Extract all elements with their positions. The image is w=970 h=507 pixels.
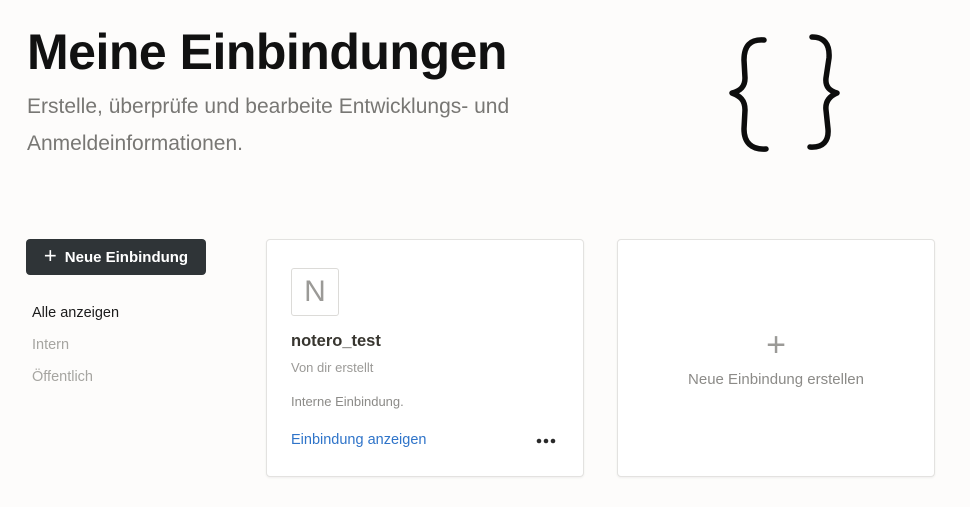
integration-avatar: N xyxy=(291,268,339,316)
plus-icon: + xyxy=(43,243,57,268)
integration-type: Interne Einbindung. xyxy=(291,394,404,409)
filter-list: Alle anzeigen Intern Öffentlich xyxy=(32,304,119,400)
integration-creator: Von dir erstellt xyxy=(291,360,374,375)
create-integration-card[interactable]: + Neue Einbindung erstellen xyxy=(617,239,935,477)
curly-braces-icon xyxy=(729,34,840,152)
view-integration-link[interactable]: Einbindung anzeigen xyxy=(291,432,426,448)
plus-icon: + xyxy=(766,326,786,364)
filter-internal[interactable]: Intern xyxy=(32,336,119,368)
filter-all[interactable]: Alle anzeigen xyxy=(32,304,119,336)
create-integration-label: Neue Einbindung erstellen xyxy=(688,371,864,388)
filter-public[interactable]: Öffentlich xyxy=(32,368,119,400)
integrations-page: Meine Einbindungen Erstelle, überprüfe u… xyxy=(0,0,970,507)
page-title: Meine Einbindungen xyxy=(27,24,507,80)
integration-card: N notero_test Von dir erstellt Interne E… xyxy=(266,239,584,477)
integration-name: notero_test xyxy=(291,332,381,350)
new-integration-label: Neue Einbindung xyxy=(64,248,189,266)
new-integration-button[interactable]: + Neue Einbindung xyxy=(26,239,206,275)
page-subtitle: Erstelle, überprüfe und bearbeite Entwic… xyxy=(27,95,510,155)
more-horizontal-icon[interactable] xyxy=(531,430,561,452)
